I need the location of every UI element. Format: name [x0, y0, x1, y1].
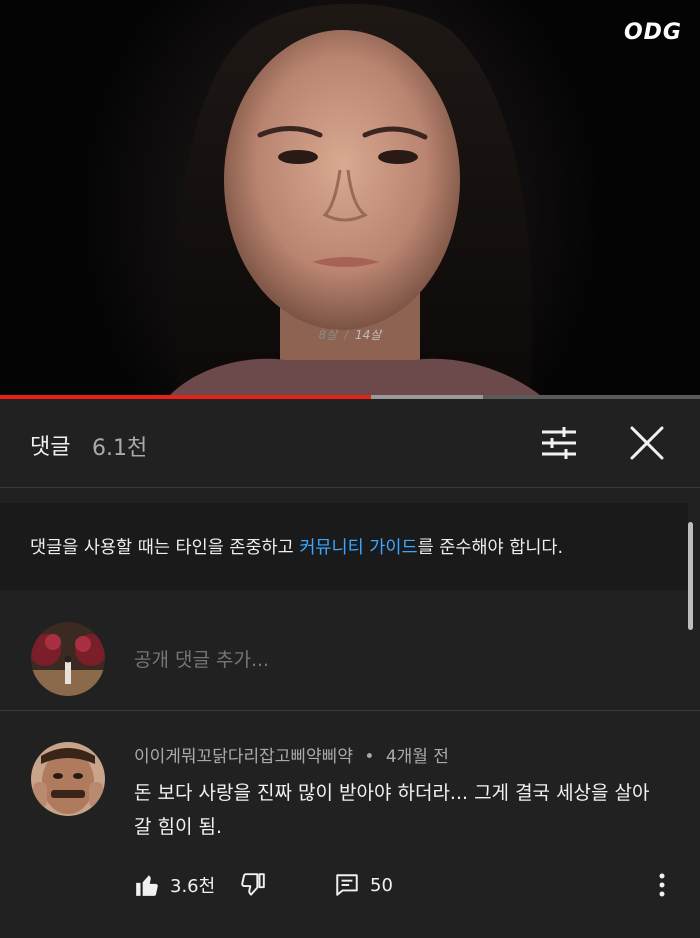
community-guidelines-banner: 댓글을 사용할 때는 타인을 존중하고 커뮤니티 가이드 를 준수해야 합니다. [0, 503, 688, 590]
comment-author-avatar[interactable] [31, 742, 105, 816]
sort-comments-button[interactable] [536, 423, 582, 463]
close-comments-button[interactable] [624, 423, 670, 463]
caption-age-now: 14살 [355, 328, 382, 342]
like-count: 3.6천 [170, 876, 216, 897]
sort-sliders-icon [542, 427, 576, 459]
more-options-button[interactable] [656, 870, 668, 900]
replies-button[interactable]: 50 [334, 870, 393, 900]
video-caption: 8살 / 14살 [0, 326, 700, 343]
avatar-image [31, 622, 105, 696]
meta-separator: • [364, 747, 375, 767]
avatar-image [31, 742, 105, 816]
comments-title: 댓글 [30, 435, 71, 460]
comment-timestamp: 4개월 전 [385, 747, 449, 767]
comments-count: 6.1천 [92, 436, 148, 461]
comment-bubble-icon [336, 874, 358, 896]
thumbs-down-icon [241, 873, 265, 896]
comment-author-name[interactable]: 이이게뭐꼬닭다리잡고삐약삐약 [134, 747, 353, 767]
current-user-avatar[interactable] [31, 622, 105, 696]
more-vert-icon [659, 873, 665, 897]
guidelines-text-end: 를 준수해야 합니다. [417, 538, 564, 558]
channel-watermark: ODG [623, 20, 682, 45]
comment-item: 이이게뭐꼬닭다리잡고삐약삐약 • 4개월 전 돈 보다 사랑을 진짜 많이 받아… [0, 712, 700, 938]
community-guidelines-link[interactable]: 커뮤니티 가이드 [299, 534, 417, 559]
caption-age-then: 8살 [318, 328, 338, 342]
comment-meta: 이이게뭐꼬닭다리잡고삐약삐약 • 4개월 전 [134, 742, 449, 767]
dislike-button[interactable] [240, 870, 266, 900]
video-player[interactable]: ODG 8살 / 14살 [0, 0, 700, 395]
close-icon [630, 426, 664, 460]
reply-count: 50 [370, 874, 393, 896]
comment-actions: 3.6천 50 [134, 870, 684, 900]
comments-header: 댓글 6.1천 [0, 399, 700, 488]
guidelines-text-start: 댓글을 사용할 때는 타인을 존중하고 [30, 538, 300, 558]
comment-text: 돈 보다 사랑을 진짜 많이 받아야 하더라... 그게 결국 세상을 살아갈 … [134, 782, 650, 838]
add-comment-input[interactable] [134, 644, 664, 676]
like-button[interactable]: 3.6천 [134, 870, 215, 900]
caption-separator: / [344, 328, 349, 342]
add-comment-row [0, 608, 700, 711]
thumbs-up-icon [136, 875, 158, 896]
